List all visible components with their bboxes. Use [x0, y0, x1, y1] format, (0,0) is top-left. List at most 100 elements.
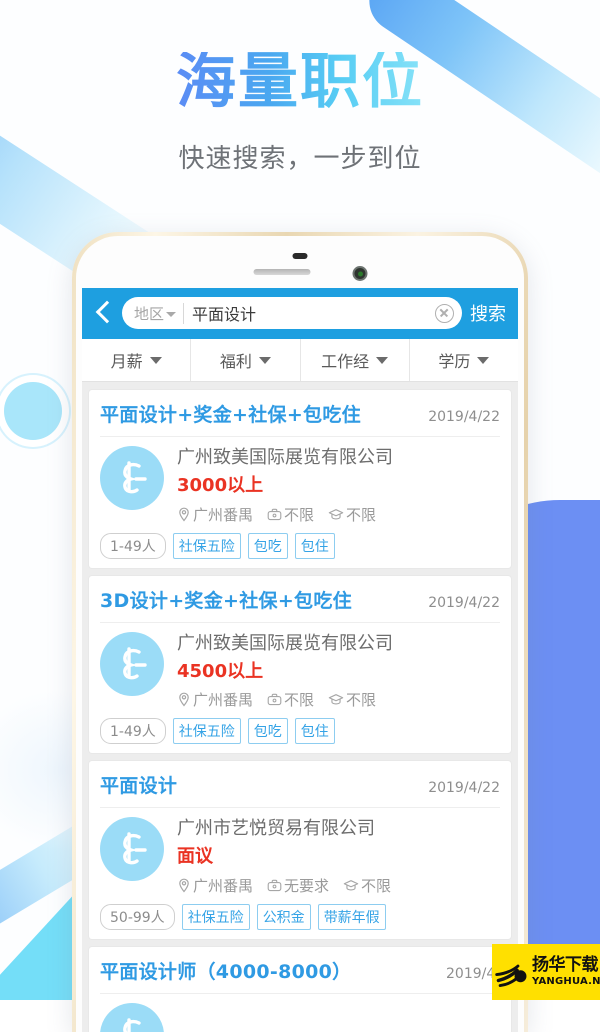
job-title[interactable]: 平面设计	[100, 771, 177, 798]
job-info: 广州市艺悦贸易有限公司 面议 广州番禺 无要求 不限	[177, 817, 500, 896]
job-card-header: 3D设计+奖金+社保+包吃住 2019/4/22	[100, 576, 500, 623]
job-card-body: 广州致美国际展览有限公司 3000以上 广州番禺 不限 不限	[100, 437, 500, 529]
job-title[interactable]: 3D设计+奖金+社保+包吃住	[100, 586, 352, 613]
watermark-text: 扬华下载 YANGHUA.NET	[532, 957, 600, 987]
company-size-badge: 50-99人	[100, 903, 175, 930]
job-experience: 不限	[267, 689, 314, 710]
job-location-text: 广州番禺	[193, 691, 254, 710]
job-tag: 包吃	[247, 532, 288, 559]
job-tag: 社保五险	[181, 903, 250, 930]
job-info: 广州致美国际展览有限公司 3000以上 广州番禺 不限 不限	[177, 446, 500, 525]
filter-salary-label: 月薪	[110, 352, 143, 371]
graduation-cap-icon	[328, 694, 344, 705]
job-date: 2019/4/22	[428, 409, 500, 425]
filter-welfare[interactable]: 福利	[191, 339, 301, 381]
job-card-header: 平面设计 2019/4/22	[100, 761, 500, 809]
hero-title: 海量职位	[176, 47, 424, 117]
location-pin-icon	[179, 692, 189, 707]
caret-down-icon	[477, 356, 490, 364]
briefcase-icon	[267, 508, 282, 520]
chevron-left-icon[interactable]	[90, 298, 116, 328]
job-tags: 1-49人 社保五险 包吃 包住	[100, 718, 500, 745]
company-logo-icon	[100, 631, 164, 696]
job-experience: 无要求	[267, 875, 329, 896]
job-meta: 广州番禺 不限 不限	[177, 504, 500, 525]
job-list: 平面设计+奖金+社保+包吃住 2019/4/22 广州致美国际展览有限公司 30…	[82, 382, 518, 1032]
region-selector[interactable]: 地区	[134, 302, 185, 324]
watermark-en: YANGHUA.NET	[532, 976, 600, 987]
front-camera-icon	[352, 266, 368, 281]
location-pin-icon	[179, 878, 189, 893]
hero-subtitle: 快速搜索，一步到位	[178, 144, 422, 174]
yanghua-bird-icon	[495, 964, 527, 988]
job-location: 广州番禺	[177, 875, 253, 896]
job-experience-text: 不限	[284, 505, 315, 524]
briefcase-icon	[267, 879, 282, 891]
company-logo-icon	[100, 817, 164, 882]
filter-experience[interactable]: 工作经	[301, 339, 410, 381]
job-location: 广州番禺	[177, 504, 253, 525]
company-name: 广州致美国际展览有限公司	[177, 447, 393, 468]
job-education-text: 不限	[346, 691, 377, 710]
job-experience: 不限	[267, 504, 314, 525]
earpiece-speaker-icon	[253, 269, 311, 275]
decor-ring-left	[4, 382, 62, 440]
job-salary: 面议	[177, 846, 213, 868]
search-input-wrapper[interactable]: 地区 平面设计	[122, 297, 462, 329]
job-tag: 社保五险	[172, 532, 241, 559]
phone-screen: 地区 平面设计 搜索 月薪 福利 工作经 学历 平面设计+奖金+社保+包吃住 2…	[82, 288, 518, 1032]
company-size-badge: 1-49人	[100, 718, 166, 745]
filter-salary[interactable]: 月薪	[82, 339, 192, 381]
caret-down-icon	[258, 356, 271, 364]
filter-experience-label: 工作经	[321, 352, 370, 371]
search-input[interactable]: 平面设计	[184, 301, 435, 325]
location-pin-icon	[179, 507, 189, 522]
job-tag: 包住	[294, 532, 335, 559]
filter-education[interactable]: 学历	[410, 339, 518, 381]
region-label: 地区	[134, 304, 165, 323]
filter-welfare-label: 福利	[219, 352, 252, 371]
job-experience-text: 无要求	[284, 876, 330, 895]
job-salary: 3000以上	[177, 475, 264, 497]
company-size-badge: 1-49人	[100, 532, 166, 559]
job-education: 不限	[328, 689, 376, 710]
job-card[interactable]: 平面设计 2019/4/22 广州市艺悦贸易有限公司 面议 广州番禺 无要求 不…	[89, 761, 511, 939]
job-tag: 公积金	[256, 903, 311, 930]
job-tag: 带薪年假	[317, 903, 386, 930]
graduation-cap-icon	[343, 879, 359, 891]
job-education: 不限	[343, 875, 391, 896]
job-info	[177, 1003, 500, 1032]
job-tag: 包吃	[247, 718, 288, 745]
search-button[interactable]: 搜索	[468, 300, 506, 326]
job-education-text: 不限	[361, 876, 392, 895]
job-card[interactable]: 平面设计师（4000-8000） 2019/4/	[89, 946, 511, 1032]
company-name: 广州致美国际展览有限公司	[177, 632, 393, 654]
company-name: 广州市艺悦贸易有限公司	[177, 818, 375, 840]
job-title[interactable]: 平面设计师（4000-8000）	[100, 957, 351, 984]
watermark: 扬华下载 YANGHUA.NET	[492, 944, 600, 1000]
caret-down-icon	[376, 356, 389, 364]
phone-bezel: 地区 平面设计 搜索 月薪 福利 工作经 学历 平面设计+奖金+社保+包吃住 2…	[76, 236, 524, 1032]
clear-circle-icon[interactable]	[435, 303, 454, 323]
job-location-text: 广州番禺	[193, 876, 254, 895]
job-title[interactable]: 平面设计+奖金+社保+包吃住	[100, 400, 361, 427]
filter-bar: 月薪 福利 工作经 学历	[82, 339, 518, 382]
company-logo-icon	[100, 1002, 164, 1032]
job-card[interactable]: 平面设计+奖金+社保+包吃住 2019/4/22 广州致美国际展览有限公司 30…	[89, 390, 511, 568]
job-meta: 广州番禺 无要求 不限	[177, 875, 500, 896]
watermark-cn: 扬华下载	[532, 955, 598, 975]
job-tag: 包住	[294, 718, 335, 745]
job-card-header: 平面设计师（4000-8000） 2019/4/	[100, 947, 500, 994]
hero-header: 海量职位 快速搜索，一步到位	[0, 52, 600, 175]
job-education: 不限	[328, 504, 376, 525]
chevron-down-icon	[166, 311, 177, 317]
company-logo-icon	[100, 446, 164, 510]
caret-down-icon	[149, 356, 162, 364]
job-meta: 广州番禺 不限 不限	[177, 689, 500, 710]
job-tag: 社保五险	[172, 718, 241, 745]
job-location-text: 广州番禺	[193, 505, 254, 524]
job-education-text: 不限	[346, 505, 377, 524]
filter-education-label: 学历	[438, 352, 471, 371]
job-card[interactable]: 3D设计+奖金+社保+包吃住 2019/4/22 广州致美国际展览有限公司 45…	[89, 575, 511, 754]
job-experience-text: 不限	[284, 691, 315, 710]
